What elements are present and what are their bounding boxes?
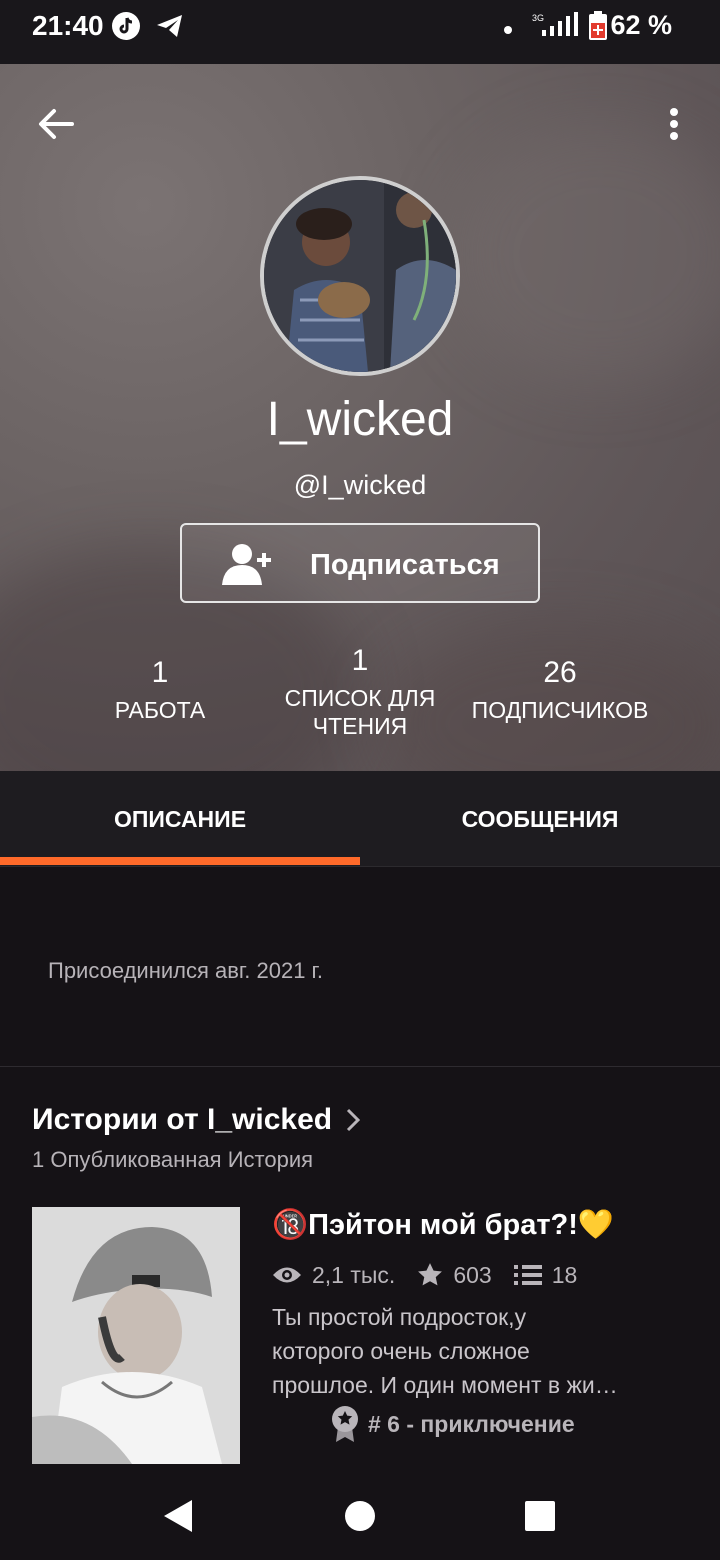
tiktok-icon: [110, 10, 142, 47]
story-views: 2,1 тыс.: [312, 1261, 396, 1288]
stat-followers[interactable]: 26 ПОДПИСЧИКОВ: [445, 656, 675, 724]
status-time: 21:40: [32, 10, 104, 41]
joined-date: Присоединился авг. 2021 г.: [48, 958, 323, 983]
svg-text:3G: 3G: [532, 13, 544, 23]
display-name: I_wicked: [266, 393, 454, 446]
story-description-line: прошлое. И один момент в жи…: [272, 1372, 618, 1398]
story-rank-label: # 6 - приключение: [368, 1410, 575, 1437]
square-recents-icon: [525, 1501, 555, 1531]
stat-reading-lists[interactable]: 1 СПИСОК ДЛЯ ЧТЕНИЯ: [245, 644, 475, 740]
award-icon: [332, 1406, 358, 1442]
follow-button[interactable]: Подписаться: [180, 523, 540, 603]
dot-icon: [503, 22, 513, 40]
nav-home-button[interactable]: [336, 1492, 384, 1540]
telegram-icon: [154, 10, 186, 47]
avatar[interactable]: [260, 176, 460, 376]
nav-back-button[interactable]: [154, 1492, 202, 1540]
arrow-left-icon: [39, 109, 74, 139]
story-rank: # 6 - приключение: [330, 1405, 575, 1443]
chevron-right-icon: [347, 1108, 361, 1132]
stat-works-value: 1: [151, 656, 169, 689]
nav-recents-button[interactable]: [516, 1492, 564, 1540]
add-user-icon: [222, 543, 274, 590]
stat-followers-value: 26: [543, 656, 577, 689]
list-icon: [513, 1265, 542, 1285]
stories-count: 1 Опубликованная История: [32, 1147, 314, 1172]
stat-followers-label: ПОДПИСЧИКОВ: [471, 697, 649, 723]
adult-content-icon: 🔞: [272, 1209, 309, 1241]
stories-header-link[interactable]: Истории от I_wicked: [32, 1103, 361, 1137]
back-button[interactable]: [32, 100, 80, 148]
username-handle: @I_wicked: [293, 470, 427, 500]
stat-reading-lists-value: 1: [351, 644, 369, 677]
system-nav-bar: [0, 1470, 720, 1560]
eye-icon: [273, 1267, 301, 1283]
divider: [0, 1066, 720, 1067]
triangle-back-icon: [164, 1500, 192, 1532]
circle-home-icon: [345, 1501, 375, 1531]
signal-3g-icon: 3G: [532, 12, 580, 43]
story-title-link[interactable]: 🔞 Пэйтон мой брат?! 💛: [272, 1208, 614, 1242]
profile-header: I_wicked @I_wicked Подписаться 1 РАБОТА …: [0, 64, 720, 771]
follow-button-label: Подписаться: [310, 549, 500, 581]
story-stats: 2,1 тыс. 603 18: [272, 1258, 599, 1292]
story-title: Пэйтон мой брат?!: [308, 1208, 578, 1241]
battery-icon: [588, 11, 608, 46]
stat-works[interactable]: 1 РАБОТА: [45, 656, 275, 724]
battery-percent: 62 %: [610, 10, 672, 40]
more-options-button[interactable]: [656, 100, 692, 148]
star-icon: [418, 1263, 443, 1286]
tab-about[interactable]: ОПИСАНИЕ: [0, 771, 360, 867]
more-vertical-icon: [670, 108, 678, 140]
story-votes: 603: [453, 1261, 492, 1288]
stat-works-label: РАБОТА: [114, 697, 206, 723]
story-description-line: которого очень сложное: [272, 1338, 530, 1364]
stat-reading-lists-label: СПИСОК ДЛЯ ЧТЕНИЯ: [284, 685, 436, 739]
tab-messages[interactable]: СООБЩЕНИЯ: [360, 771, 720, 867]
status-bar: 21:40 3G 62 %: [0, 0, 720, 64]
story-description-line: Ты простой подросток,у: [272, 1304, 527, 1330]
yellow-heart-icon: 💛: [577, 1209, 615, 1241]
story-parts: 18: [551, 1261, 578, 1288]
story-description[interactable]: Ты простой подросток,у которого очень сл…: [272, 1300, 652, 1402]
profile-tabs: ОПИСАНИЕ СООБЩЕНИЯ: [0, 771, 720, 867]
story-cover-image[interactable]: [32, 1207, 240, 1464]
active-tab-indicator: [0, 857, 360, 865]
stories-title: Истории от I_wicked: [32, 1103, 333, 1136]
